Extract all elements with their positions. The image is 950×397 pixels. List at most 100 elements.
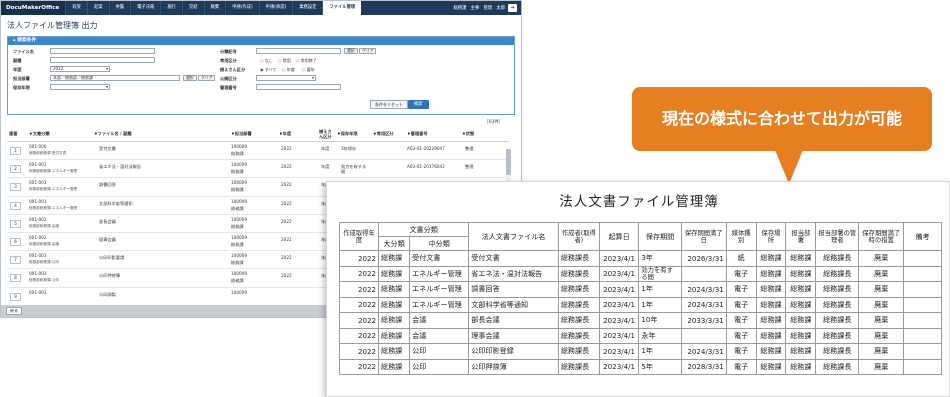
- subtitle-label: 副題: [13, 58, 22, 63]
- ledger-col-creator: 作成者(取得者): [557, 222, 600, 251]
- nav-item-apply-approve[interactable]: 申請(承認): [258, 1, 293, 15]
- file-name-input[interactable]: [50, 48, 155, 54]
- row-number-button[interactable]: 5: [10, 219, 21, 228]
- col-no[interactable]: 連番: [9, 131, 17, 137]
- nav-item-settings[interactable]: 業務設定: [292, 1, 322, 15]
- nav-item-receive[interactable]: 収受: [65, 1, 87, 15]
- count-radio-all[interactable]: ◉ すべて: [260, 67, 276, 73]
- count-radio-calendar[interactable]: ○ 暦年: [302, 67, 315, 73]
- count-radio-fiscal[interactable]: ○ 年度: [282, 67, 295, 73]
- category-clear-button[interactable]: クリア: [359, 48, 377, 54]
- col-count-kind[interactable]: 揃えさん区分: [319, 129, 333, 139]
- ledger-cell-major: 総務課: [377, 343, 411, 360]
- col-dept[interactable]: ♦ 担当部署: [231, 131, 252, 136]
- ledger-cell-file: 受付文書: [468, 250, 559, 267]
- printed-ledger: 法人文書ファイル管理簿 作成取得年度 文書分類 法人文書ファイル名 作成者(取得…: [326, 181, 950, 397]
- ledger-cell-minor: エネルギー管理: [409, 281, 470, 298]
- ledger-cell-dept: 総務課: [785, 265, 817, 282]
- col-mgmt[interactable]: ♦ 管理番号: [407, 131, 428, 136]
- nav-item-draft[interactable]: 起案: [86, 1, 109, 15]
- row-number-button[interactable]: 7: [10, 256, 21, 265]
- dept-clear-button[interactable]: クリア: [198, 75, 216, 81]
- col-class[interactable]: ♦ 文書分類: [29, 131, 50, 136]
- ledger-cell-manager: 総務課長: [815, 327, 860, 344]
- category-select-button[interactable]: 選択: [344, 48, 358, 54]
- subtitle-input[interactable]: [50, 57, 155, 63]
- cell-code: 001-002: [29, 216, 47, 222]
- cell-kb: 年度: [321, 146, 330, 151]
- cell-year: 2022: [281, 182, 292, 188]
- row-number-button[interactable]: 1: [10, 147, 21, 155]
- ledger-col-year: 作成取得年度: [339, 222, 379, 251]
- usage-radio-regular-end[interactable]: ○ 常用終了: [296, 58, 317, 64]
- nav-item-circulate[interactable]: 供覧: [108, 1, 131, 15]
- ledger-row: 2022 総務課 会議 理事会議 総務課長 2023/4/1 永年 電子 総務課 総務課 総務課長廃…: [339, 327, 942, 344]
- cell-file: 調書回答: [99, 182, 116, 188]
- mgmt-input[interactable]: [256, 84, 341, 90]
- category-input[interactable]: [256, 48, 341, 54]
- ledger-cell-dept: 総務課: [785, 358, 817, 375]
- cell-dept1: 100009: [231, 253, 247, 259]
- row-number-button[interactable]: 4: [10, 201, 21, 210]
- ledger-cell-start: 2023/4/1: [598, 281, 640, 298]
- ledger-cell-media: 電子: [725, 358, 757, 375]
- nav-item-enforce[interactable]: 施行: [160, 1, 182, 15]
- ledger-cell-action: 廃棄: [858, 250, 905, 267]
- logout-icon[interactable]: ➜: [508, 4, 517, 12]
- nav-item-dispose[interactable]: 廃棄: [203, 1, 226, 15]
- table-row[interactable]: 2 001-001 総務部総務課-エネルギー管理 省エネ法・温対法報告 100009 総務…: [7, 160, 509, 179]
- row-number-button[interactable]: 6: [10, 237, 21, 246]
- ledger-cell-action: 廃棄: [858, 281, 905, 298]
- col-file[interactable]: ♦ ファイル名 / 副題: [94, 131, 132, 136]
- reset-button[interactable]: 条件をリセット: [370, 100, 408, 109]
- col-state[interactable]: ♦ 状態: [462, 131, 474, 136]
- cell-year: 2022: [281, 236, 292, 242]
- ledger-cell-period: 1年: [638, 281, 682, 298]
- row-number-button[interactable]: 9: [10, 292, 21, 301]
- callout-pointer: [775, 150, 803, 184]
- col-year[interactable]: ♦ 年度: [279, 131, 291, 136]
- ledger-cell-major: 総務課: [377, 312, 411, 329]
- ledger-cell-period: 1年: [638, 296, 682, 313]
- cell-state: 整理: [465, 164, 474, 170]
- ledger-cell-creator: 総務課長: [557, 281, 600, 298]
- dept-input[interactable]: 本部／総務部／総務課: [50, 75, 180, 81]
- ledger-col-minor: 中分類: [409, 236, 470, 251]
- table-row[interactable]: 1 001-000 総務部総務課-受付文書 受付文書 100009 総務課 2022 年度 3年…: [7, 142, 509, 161]
- dept-select-button[interactable]: 選択: [183, 75, 197, 81]
- ledger-cell-period: 1年: [638, 343, 682, 360]
- usage-radio-regular[interactable]: ○ 常用: [278, 58, 291, 64]
- cell-dept2: 総務課: [231, 223, 244, 229]
- col-keep[interactable]: ♦ 保存年限: [337, 131, 358, 136]
- nav-item-e-approval[interactable]: 電子決裁: [130, 1, 160, 15]
- ledger-cell-creator: 総務課長: [557, 358, 600, 375]
- ledger-cell-period: 10年: [638, 312, 682, 329]
- nav-item-apply-create[interactable]: 申請(作成): [225, 1, 259, 15]
- search-button[interactable]: 検索: [408, 100, 429, 109]
- keep-year-select[interactable]: [50, 84, 110, 90]
- ledger-cell-note: [903, 343, 942, 360]
- ledger-cell-dept: 総務課: [785, 296, 817, 313]
- cell-dept2: 総務課: [231, 278, 244, 284]
- row-number-button[interactable]: 2: [10, 165, 21, 174]
- ledger-col-dept: 担当部署: [785, 222, 817, 251]
- public-select[interactable]: [256, 75, 316, 81]
- ledger-cell-place: 総務課: [755, 358, 787, 375]
- row-number-button[interactable]: 8: [10, 274, 21, 283]
- cell-file: 公印印影要請: [99, 255, 125, 261]
- col-usage[interactable]: ♦ 常用区分: [373, 131, 394, 136]
- search-panel-header[interactable]: ▴ 検索条件: [8, 37, 514, 45]
- mgmt-label: 管理番号: [220, 85, 237, 90]
- year-select[interactable]: 2022: [50, 66, 110, 72]
- ledger-cell-expiry: 2024/3/31: [680, 343, 727, 360]
- ledger-cell-file: 文部科学省等通知: [468, 296, 559, 313]
- grid-scroll-thumb[interactable]: [506, 149, 511, 175]
- cell-keep: 3年保存: [341, 146, 357, 151]
- usage-radio-none[interactable]: ○ なし: [260, 58, 273, 64]
- row-number-button[interactable]: 3: [10, 183, 21, 192]
- nav-item-file-management[interactable]: ファイル管理: [322, 1, 362, 15]
- back-button[interactable]: 戻る: [6, 307, 22, 315]
- ledger-cell-expiry: 2033/3/31: [680, 312, 727, 329]
- nav-item-complete[interactable]: 完結: [181, 1, 204, 15]
- ledger-cell-file: 部長会議: [468, 312, 559, 329]
